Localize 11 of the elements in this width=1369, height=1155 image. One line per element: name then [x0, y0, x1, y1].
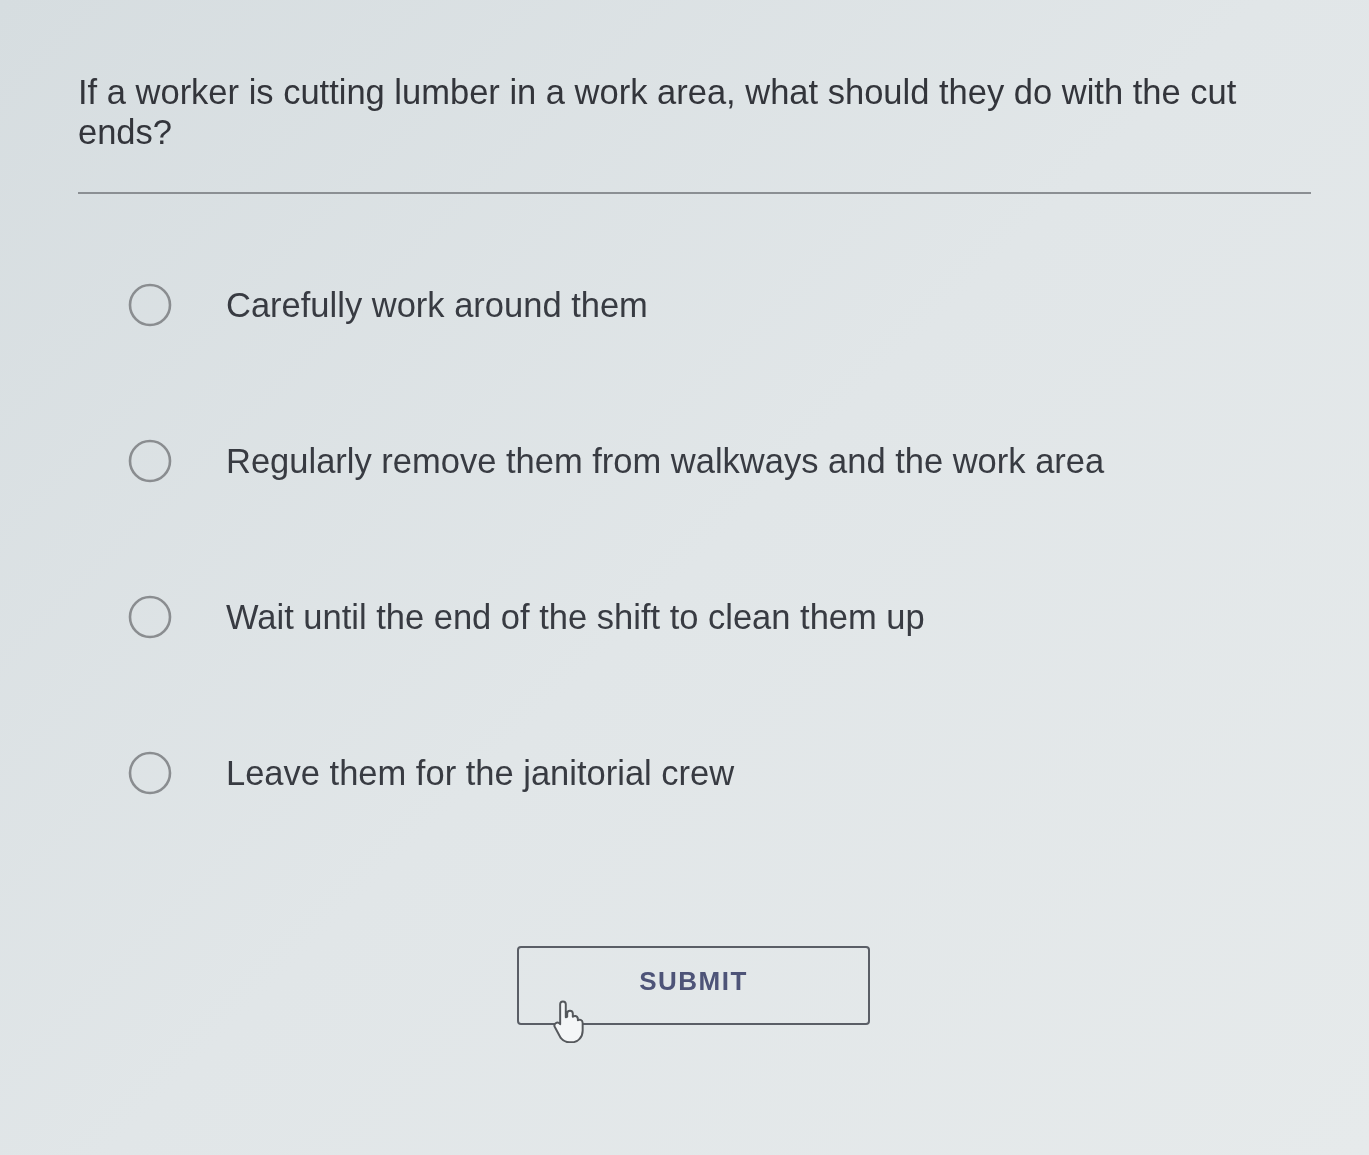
radio-button[interactable] — [128, 283, 172, 327]
option-label[interactable]: Wait until the end of the shift to clean them up — [226, 597, 925, 637]
radio-button[interactable] — [128, 595, 172, 639]
radio-button[interactable] — [128, 439, 172, 483]
radio-button[interactable] — [128, 751, 172, 795]
option-label[interactable]: Carefully work around them — [226, 285, 648, 325]
submit-button[interactable]: SUBMIT — [517, 946, 870, 1025]
hand-cursor-icon — [553, 998, 587, 1043]
option-label[interactable]: Leave them for the janitorial crew — [226, 753, 735, 793]
question-text: If a worker is cutting lumber in a work area, what should they do with the cut ends? — [78, 72, 1238, 152]
option-label[interactable]: Regularly remove them from walkways and the work area — [226, 441, 1105, 481]
